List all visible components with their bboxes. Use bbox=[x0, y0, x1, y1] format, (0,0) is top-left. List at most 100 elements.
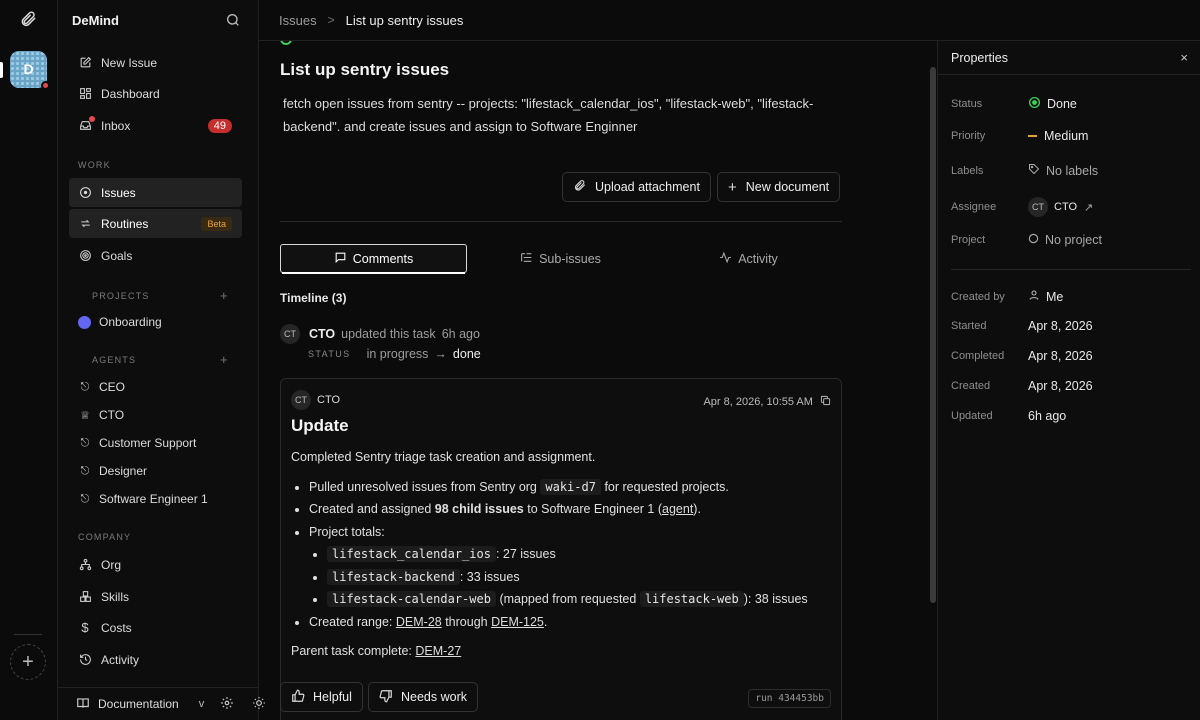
agent-item-cto[interactable]: ♕ CTO bbox=[78, 405, 124, 425]
issue-description[interactable]: fetch open issues from sentry -- project… bbox=[283, 92, 843, 138]
comment-card: CT CTO Apr 8, 2026, 10:55 AM Update Comp… bbox=[280, 378, 842, 720]
tab-comments[interactable]: Comments bbox=[280, 244, 467, 274]
sidebar-item-org[interactable]: Org bbox=[69, 550, 242, 579]
close-icon[interactable]: × bbox=[1180, 50, 1188, 65]
property-priority[interactable]: Priority Medium bbox=[951, 129, 1191, 143]
sidebar-item-issues[interactable]: Issues bbox=[69, 178, 242, 207]
dem-27-link[interactable]: DEM-27 bbox=[415, 644, 461, 658]
thumbs-up-icon bbox=[291, 689, 305, 706]
inbox-count-badge: 49 bbox=[207, 118, 232, 133]
workspace-avatar[interactable]: D bbox=[10, 51, 50, 90]
dem-125-link[interactable]: DEM-125 bbox=[491, 615, 544, 629]
comment-intro: Completed Sentry triage task creation an… bbox=[291, 450, 596, 464]
sidebar-item-costs[interactable]: $ Costs bbox=[69, 613, 242, 642]
app-name: DeMind bbox=[72, 13, 119, 28]
list-item: Pulled unresolved issues from Sentry org… bbox=[309, 476, 831, 499]
property-completed: Completed Apr 8, 2026 bbox=[951, 349, 1093, 363]
pencil-square-icon bbox=[78, 56, 92, 70]
issue-title[interactable]: List up sentry issues bbox=[280, 60, 449, 80]
sidebar-footer: Documentation v bbox=[58, 687, 266, 720]
timeline-title: Timeline (3) bbox=[280, 291, 347, 305]
helpful-button[interactable]: Helpful bbox=[280, 682, 363, 712]
tab-activity[interactable]: Activity bbox=[655, 244, 842, 273]
upload-attachment-button[interactable]: Upload attachment bbox=[562, 172, 711, 202]
paperclip-icon bbox=[573, 179, 586, 195]
property-created: Created Apr 8, 2026 bbox=[951, 379, 1093, 393]
sidebar-item-skills[interactable]: Skills bbox=[69, 582, 242, 611]
property-project[interactable]: Project No project bbox=[951, 233, 1191, 247]
dollar-icon: $ bbox=[81, 620, 89, 635]
section-label-projects: PROJECTS bbox=[92, 291, 150, 301]
sidebar-item-activity[interactable]: Activity bbox=[69, 645, 242, 674]
dem-28-link[interactable]: DEM-28 bbox=[396, 615, 442, 629]
sidebar-item-goals[interactable]: Goals bbox=[69, 241, 242, 270]
property-started: Started Apr 8, 2026 bbox=[951, 319, 1093, 333]
comment-header: CT CTO bbox=[291, 390, 340, 410]
comment-list: Pulled unresolved issues from Sentry org… bbox=[291, 476, 831, 634]
add-workspace-button[interactable]: + bbox=[10, 644, 46, 680]
search-icon[interactable] bbox=[225, 12, 243, 30]
event-actor[interactable]: CTO bbox=[309, 327, 335, 341]
list-item: Project totals: lifestack_calendar_ios: … bbox=[309, 521, 831, 611]
property-created-by: Created by Me bbox=[951, 289, 1064, 304]
pulse-icon bbox=[719, 251, 732, 267]
status-circle-icon bbox=[280, 41, 292, 45]
agent-item-software-engineer-1[interactable]: ⎋ Software Engineer 1 bbox=[78, 489, 208, 509]
agent-item-customer-support[interactable]: ⎋ Customer Support bbox=[78, 433, 197, 453]
external-link-icon[interactable]: ↗ bbox=[1084, 201, 1093, 214]
tab-sub-issues[interactable]: Sub-issues bbox=[467, 244, 654, 273]
run-id-badge[interactable]: run 434453bb bbox=[748, 689, 831, 708]
settings-icon[interactable] bbox=[220, 696, 234, 713]
copy-icon[interactable] bbox=[820, 395, 831, 409]
list-item: lifestack-backend: 33 issues bbox=[327, 566, 831, 589]
breadcrumb-issues-link[interactable]: Issues bbox=[279, 13, 317, 28]
history-icon bbox=[78, 653, 92, 667]
project-item-onboarding[interactable]: Onboarding bbox=[78, 312, 162, 332]
sidebar-item-dashboard[interactable]: Dashboard bbox=[69, 79, 242, 108]
comment-author[interactable]: CTO bbox=[317, 394, 340, 406]
agent-item-ceo[interactable]: ⎋ CEO bbox=[78, 377, 125, 397]
add-agent-button[interactable]: + bbox=[220, 352, 228, 367]
scrollbar[interactable] bbox=[929, 41, 937, 720]
needs-work-button[interactable]: Needs work bbox=[368, 682, 478, 712]
agent-link[interactable]: agent bbox=[662, 502, 693, 516]
status-from: in progress bbox=[366, 347, 429, 361]
list-item: lifestack-calendar-web (mapped from requ… bbox=[327, 588, 831, 611]
add-project-button[interactable]: + bbox=[220, 288, 228, 303]
list-item: lifestack_calendar_ios: 27 issues bbox=[327, 543, 831, 566]
sidebar-item-new-issue[interactable]: New Issue bbox=[69, 48, 242, 77]
dashboard-grid-icon bbox=[78, 87, 92, 101]
event-time: 6h ago bbox=[441, 327, 480, 341]
new-document-button[interactable]: + New document bbox=[717, 172, 841, 202]
circle-dot-icon bbox=[78, 186, 92, 200]
org-chart-icon bbox=[78, 558, 92, 572]
sidebar-item-routines[interactable]: Routines Beta bbox=[69, 209, 242, 238]
comment-body: Completed Sentry triage task creation an… bbox=[291, 446, 831, 663]
priority-medium-icon bbox=[1028, 135, 1037, 137]
comment-timestamp: Apr 8, 2026, 10:55 AM bbox=[703, 395, 831, 409]
crown-icon: ♕ bbox=[80, 409, 90, 422]
sidebar-item-inbox[interactable]: Inbox 49 bbox=[69, 111, 242, 140]
chevron-down-icon[interactable]: v bbox=[199, 698, 205, 710]
boxes-icon bbox=[78, 590, 92, 604]
arrow-right-icon: → bbox=[434, 347, 447, 361]
bot-icon: ⎋ bbox=[80, 436, 90, 449]
agent-item-designer[interactable]: ⎋ Designer bbox=[78, 461, 147, 481]
beta-badge: Beta bbox=[201, 216, 232, 231]
property-labels[interactable]: Labels No labels bbox=[951, 163, 1191, 178]
property-assignee[interactable]: Assignee CT CTO ↗ bbox=[951, 197, 1191, 217]
paperclip-logo-icon bbox=[17, 10, 39, 32]
sidebar: DeMind New Issue Dashboard Inbox 49 WORK… bbox=[58, 0, 266, 720]
documentation-link[interactable]: Documentation bbox=[98, 697, 179, 711]
scrollbar-thumb[interactable] bbox=[930, 67, 936, 603]
list-tree-icon bbox=[520, 251, 533, 267]
property-updated: Updated 6h ago bbox=[951, 409, 1067, 423]
status-to: done bbox=[452, 347, 481, 361]
timeline-event: CT CTO updated this task 6h ago bbox=[280, 324, 480, 344]
property-status[interactable]: Status Done bbox=[951, 96, 1191, 112]
bot-icon: ⎋ bbox=[80, 380, 90, 393]
project-color-dot bbox=[78, 315, 91, 329]
list-item: Created range: DEM-28 through DEM-125. bbox=[309, 611, 831, 634]
breadcrumb-current: List up sentry issues bbox=[345, 12, 464, 28]
section-label-agents: AGENTS bbox=[92, 355, 137, 365]
